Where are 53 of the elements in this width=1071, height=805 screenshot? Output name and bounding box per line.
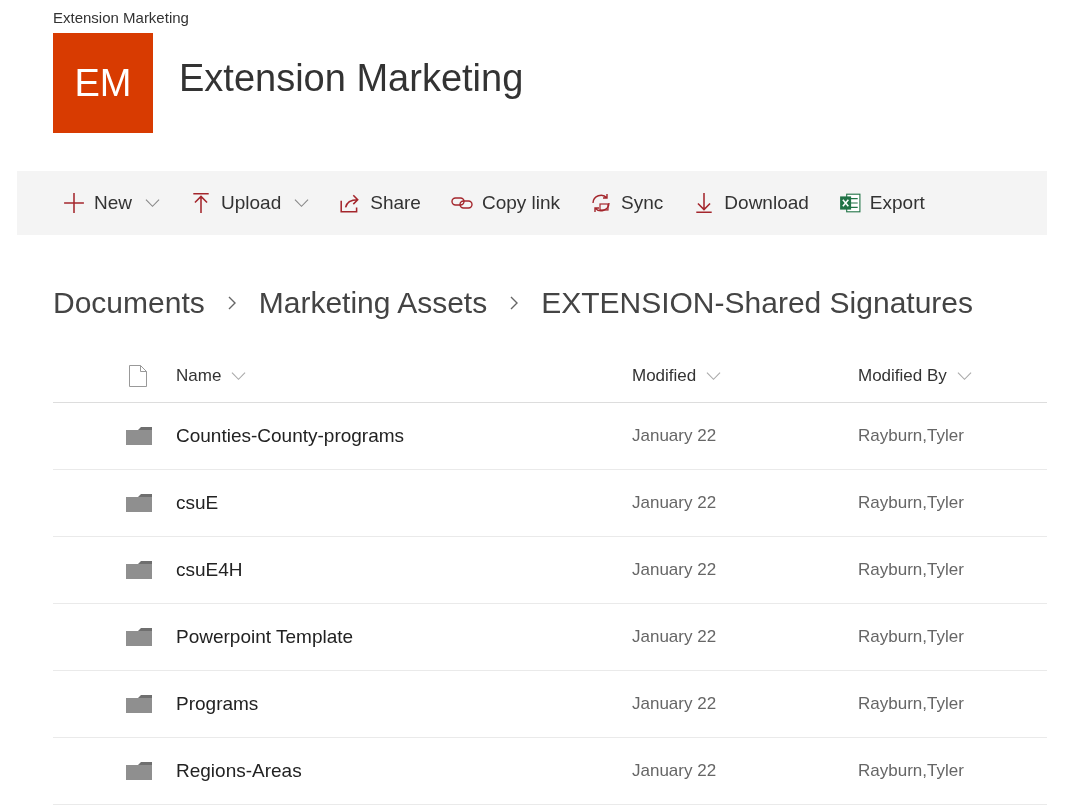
- modified-by-name: Rayburn,Tyler: [858, 560, 964, 580]
- modified-date: January 22: [632, 761, 717, 781]
- modified-by-name: Rayburn,Tyler: [858, 426, 964, 446]
- file-icon: [128, 364, 148, 388]
- folder-icon: [125, 493, 153, 513]
- modified-date: January 22: [632, 560, 717, 580]
- plus-icon: [63, 192, 85, 214]
- chevron-down-icon: [231, 371, 247, 381]
- chevron-down-icon: [145, 198, 160, 208]
- folder-icon: [125, 761, 153, 781]
- folder-icon: [125, 560, 153, 580]
- site-logo: EM: [53, 33, 153, 133]
- chevron-right-icon: [226, 295, 237, 311]
- folder-name-link[interactable]: csuE4H: [176, 559, 243, 581]
- toolbar-button[interactable]: Sync: [590, 186, 672, 220]
- chevron-right-icon: [509, 295, 520, 311]
- column-header[interactable]: Name: [176, 366, 222, 386]
- modified-date: January 22: [632, 694, 717, 714]
- chevron-down-icon: [706, 371, 722, 381]
- folder-icon: [125, 426, 153, 446]
- folder-name-link[interactable]: csuE: [176, 492, 219, 514]
- share-icon: [339, 192, 362, 214]
- toolbar-button[interactable]: Download: [693, 186, 817, 220]
- breadcrumb-link[interactable]: Documents: [53, 286, 205, 320]
- toolbar-button[interactable]: Upload: [190, 186, 318, 220]
- chevron-down-icon: [294, 198, 310, 208]
- folder-name-link[interactable]: Counties-County-programs: [176, 425, 405, 447]
- site-label: Extension Marketing: [53, 9, 190, 26]
- folder-icon: [125, 627, 153, 647]
- chevron-down-icon: [956, 371, 972, 381]
- modified-date: January 22: [632, 493, 717, 513]
- folder-name-link[interactable]: Programs: [176, 693, 259, 715]
- breadcrumb-link[interactable]: Marketing Assets: [258, 286, 488, 320]
- breadcrumb-link[interactable]: EXTENSION-Shared Signatures: [541, 286, 974, 320]
- modified-date: January 22: [632, 627, 717, 647]
- column-header[interactable]: Modified: [632, 366, 697, 386]
- modified-by-name: Rayburn,Tyler: [858, 694, 964, 714]
- folder-icon: [125, 694, 153, 714]
- modified-by-name: Rayburn,Tyler: [858, 761, 964, 781]
- toolbar-button[interactable]: Export: [838, 186, 933, 220]
- modified-date: January 22: [632, 426, 717, 446]
- column-header[interactable]: Modified By: [858, 366, 947, 386]
- folder-name-link[interactable]: Powerpoint Template: [176, 626, 354, 648]
- folder-name-link[interactable]: Regions-Areas: [176, 760, 302, 782]
- upload-icon: [190, 192, 212, 214]
- sync-icon: [590, 192, 613, 214]
- spreadsheet-icon: [838, 192, 861, 214]
- modified-by-name: Rayburn,Tyler: [858, 493, 964, 513]
- toolbar-button[interactable]: New: [63, 186, 168, 220]
- site-title: Extension Marketing: [179, 56, 524, 100]
- toolbar-button[interactable]: Share: [339, 186, 429, 220]
- toolbar-button[interactable]: Copy link: [450, 186, 569, 220]
- modified-by-name: Rayburn,Tyler: [858, 627, 964, 647]
